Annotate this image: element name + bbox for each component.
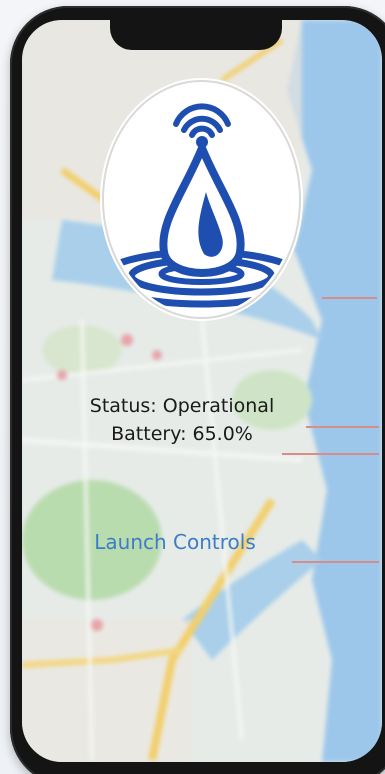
- battery-text: Battery: 65.0%: [111, 423, 253, 445]
- callout-line-launch: [292, 561, 379, 563]
- callout-line-battery: [282, 453, 379, 455]
- page: Status: Operational Battery: 65.0% Launc…: [0, 0, 385, 774]
- logo-badge: [102, 80, 301, 319]
- phone-notch: [110, 20, 282, 50]
- phone-screen: Status: Operational Battery: 65.0% Launc…: [22, 20, 382, 762]
- launch-controls-link[interactable]: Launch Controls: [90, 530, 260, 554]
- callout-line-status: [306, 426, 379, 428]
- water-drop-signal-icon: [106, 103, 297, 308]
- callout-line-logo: [322, 297, 377, 299]
- status-text: Status: Operational: [89, 395, 275, 417]
